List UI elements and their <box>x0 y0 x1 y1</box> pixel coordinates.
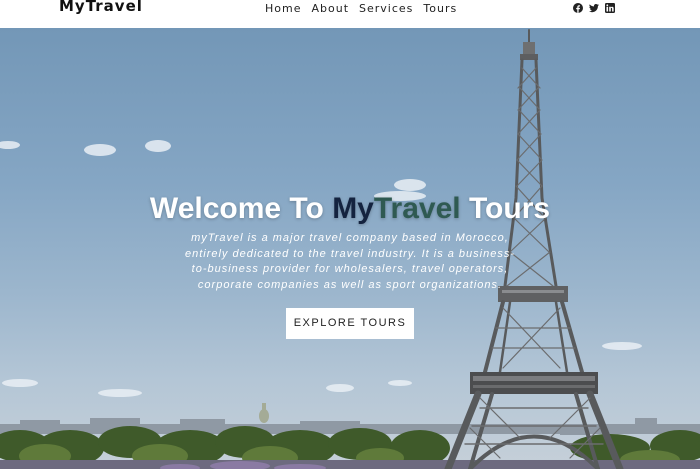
nav-home[interactable]: Home <box>265 2 301 15</box>
linkedin-icon[interactable] <box>605 3 615 13</box>
nav-about[interactable]: About <box>311 2 349 15</box>
hero-title: Welcome To MyTravel Tours <box>0 191 700 227</box>
brand-logo[interactable]: MyTravel <box>59 0 143 15</box>
title-prefix: Welcome To <box>149 192 333 225</box>
social-links <box>573 3 615 13</box>
hero-content: Welcome To MyTravel Tours myTravel is a … <box>0 191 700 339</box>
hero-section: Welcome To MyTravel Tours myTravel is a … <box>0 28 700 469</box>
hero-description: myTravel is a major travel company based… <box>184 232 516 291</box>
main-nav: Home About Services Tours <box>265 2 457 15</box>
title-highlight-travel: Travel <box>373 192 461 225</box>
explore-tours-button[interactable]: EXPLORE TOURS <box>286 308 414 339</box>
twitter-icon[interactable] <box>589 3 599 13</box>
title-suffix: Tours <box>460 192 551 225</box>
nav-services[interactable]: Services <box>359 2 413 15</box>
facebook-icon[interactable] <box>573 3 583 13</box>
nav-tours[interactable]: Tours <box>423 2 457 15</box>
title-highlight-my: My <box>332 192 374 225</box>
navbar: MyTravel Home About Services Tours <box>0 0 700 28</box>
